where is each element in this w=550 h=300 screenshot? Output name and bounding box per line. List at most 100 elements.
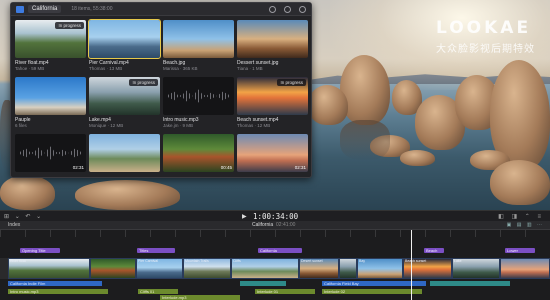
browser-clip[interactable]: In progress Lake.mp4 Monique · 12 MB [89, 77, 160, 129]
browser-clip[interactable] [89, 134, 160, 186]
video-clip[interactable] [90, 258, 136, 279]
clip-thumbnail[interactable] [237, 20, 308, 58]
timeline-ruler[interactable] [0, 230, 550, 237]
video-clip-label: Beach sunset [405, 259, 427, 263]
clip-thumbnail[interactable] [88, 19, 161, 59]
video-clip-label: River float [10, 259, 26, 263]
browser-clip[interactable]: In progress Beach sunset.mp4 Thomas · 12 M… [237, 77, 308, 129]
project-bar: Index California 02:41:00 ▣ ▤ ▥ ⋯ [0, 221, 550, 230]
watermark-subtitle: 大众脸影视后期特效 [436, 44, 535, 55]
video-clip[interactable]: Pier Carnival [136, 258, 183, 279]
video-clip[interactable]: River float [8, 258, 90, 279]
video-clip-label: Pier Carnival [138, 259, 159, 263]
audio-waveform [20, 146, 81, 160]
title-clip[interactable]: Titles [137, 248, 175, 253]
browser-clip[interactable]: Dessert sunset.jpg Tiana · 1 MB [237, 20, 308, 72]
status-badge: In progress [277, 79, 306, 86]
clip-meta: 6 files [15, 123, 27, 128]
video-clip[interactable]: Bay [357, 258, 403, 279]
library-name[interactable]: California [28, 5, 62, 13]
clip-meta: Thomas · 12 MB [237, 123, 271, 128]
video-clip-label: Bay [359, 259, 366, 263]
clip-duration: 00:45 [220, 165, 232, 170]
add-icon[interactable] [299, 5, 306, 13]
browser-clip[interactable]: Intro music.mp3 Jake.jm · 9 MB [163, 77, 234, 129]
clip-meta: Marissa · 365 KB [163, 66, 198, 71]
connected-clip[interactable] [430, 281, 510, 286]
track-gutter [0, 258, 8, 279]
play-icon[interactable]: ▶ [242, 213, 247, 220]
library-item-count: 18 items, 55:38:00 [71, 6, 113, 12]
video-clip-label: Desert sunset [301, 259, 323, 263]
video-clip-label: Mountain Trails [185, 259, 209, 263]
clip-meta: Tahoe · 59 MB [15, 66, 45, 71]
audio-clip[interactable]: Cliffs 01 [138, 289, 178, 294]
watermark: LOOKAE 大众脸影视后期特效 [436, 18, 535, 55]
browser-clip[interactable]: Pauple 6 files [15, 77, 86, 129]
clip-meta: Monique · 12 MB [89, 123, 124, 128]
video-clip-label: Cliffs [233, 259, 241, 263]
library-icon[interactable] [16, 5, 24, 13]
clip-thumbnail[interactable]: In progress [89, 77, 160, 115]
index-button[interactable]: Index [8, 222, 20, 228]
clip-thumbnail[interactable]: In progress [15, 20, 86, 58]
audio-clip[interactable]: Interlude 02 [322, 289, 422, 294]
video-clip[interactable] [500, 258, 550, 279]
title-clip[interactable]: Lower [505, 248, 535, 253]
project-name: California [252, 222, 274, 228]
browser-clip[interactable]: In progress River float.mp4 Tahoe · 59 MB [15, 20, 86, 72]
project-duration: 02:41:00 [276, 222, 296, 228]
audio-clip[interactable]: Interlude.mp3 [160, 295, 240, 300]
clip-thumbnail[interactable] [15, 77, 86, 115]
timecode-display: 1:00:34:00 [253, 212, 299, 221]
browser-clip[interactable]: Pier Carnival.mp4 Thomas · 13 MB [88, 19, 161, 72]
audio-clip[interactable]: Intro music.mp3 [8, 289, 108, 294]
clip-duration: 02:31 [294, 165, 306, 170]
browser-clip[interactable]: 00:45 [163, 134, 234, 186]
browser-clip[interactable]: 02:31 [15, 134, 86, 186]
clip-grid: In progress River float.mp4 Tahoe · 59 MB P… [15, 19, 308, 186]
playhead[interactable] [411, 230, 412, 300]
clip-thumbnail[interactable] [163, 20, 234, 58]
clip-meta: Jake.jm · 9 MB [163, 123, 194, 128]
clip-thumbnail[interactable]: In progress [237, 77, 308, 115]
browser-clip[interactable]: Beach.jpg Marissa · 365 KB [163, 20, 234, 72]
status-badge: In progress [129, 79, 158, 86]
rock [308, 85, 348, 125]
video-clip[interactable] [339, 258, 357, 279]
clip-meta: Tiana · 1 MB [237, 66, 263, 71]
video-clip[interactable]: Cliffs [231, 258, 299, 279]
refresh-icon[interactable] [269, 5, 276, 13]
view-tools[interactable]: ◧ ◨ ⌃ ≡ [498, 213, 544, 220]
browser-clip[interactable]: 02:31 [237, 134, 308, 186]
rock [400, 150, 435, 166]
title-clip[interactable]: California [258, 248, 302, 253]
audio-waveform [168, 89, 229, 103]
timeline-toolbar: ⊞ ⌄ ↶ ⌄ ▶ 1:00:34:00 ◧ ◨ ⌃ ≡ [0, 210, 550, 221]
search-icon[interactable] [284, 5, 291, 13]
edit-tools[interactable]: ⊞ ⌄ ↶ ⌄ [4, 213, 43, 220]
clip-thumbnail[interactable] [163, 77, 234, 115]
video-clip[interactable]: Desert sunset [299, 258, 339, 279]
timeline[interactable]: Opening Title Titles California Beach Lower … [0, 230, 550, 300]
video-clip[interactable]: Lake [452, 258, 500, 279]
title-clip[interactable]: Opening Title [20, 248, 60, 253]
clip-thumbnail[interactable] [89, 134, 160, 172]
audio-clip[interactable]: Interlude 01 [255, 289, 315, 294]
watermark-logo: LOOKAE [436, 18, 532, 38]
clip-thumbnail[interactable]: 02:31 [237, 134, 308, 172]
video-clip[interactable]: Mountain Trails [183, 258, 231, 279]
rock [490, 160, 550, 205]
connected-clip[interactable]: California Indie Film [8, 281, 102, 286]
rock-reflection [340, 120, 390, 160]
browser-topbar: California 18 items, 55:38:00 [11, 3, 311, 16]
clip-meta: Thomas · 13 MB [89, 66, 123, 71]
clip-thumbnail[interactable]: 00:45 [163, 134, 234, 172]
connected-clip[interactable] [240, 281, 286, 286]
primary-storyline: River float Pier Carnival Mountain Trails C… [8, 258, 550, 279]
media-browser-panel: California 18 items, 55:38:00 In progres… [10, 2, 312, 178]
title-clip[interactable]: Beach [424, 248, 444, 253]
video-clip-label: Lake [454, 259, 462, 263]
timeline-view-options[interactable]: ▣ ▤ ▥ ⋯ [507, 222, 544, 228]
clip-thumbnail[interactable]: 02:31 [15, 134, 86, 172]
